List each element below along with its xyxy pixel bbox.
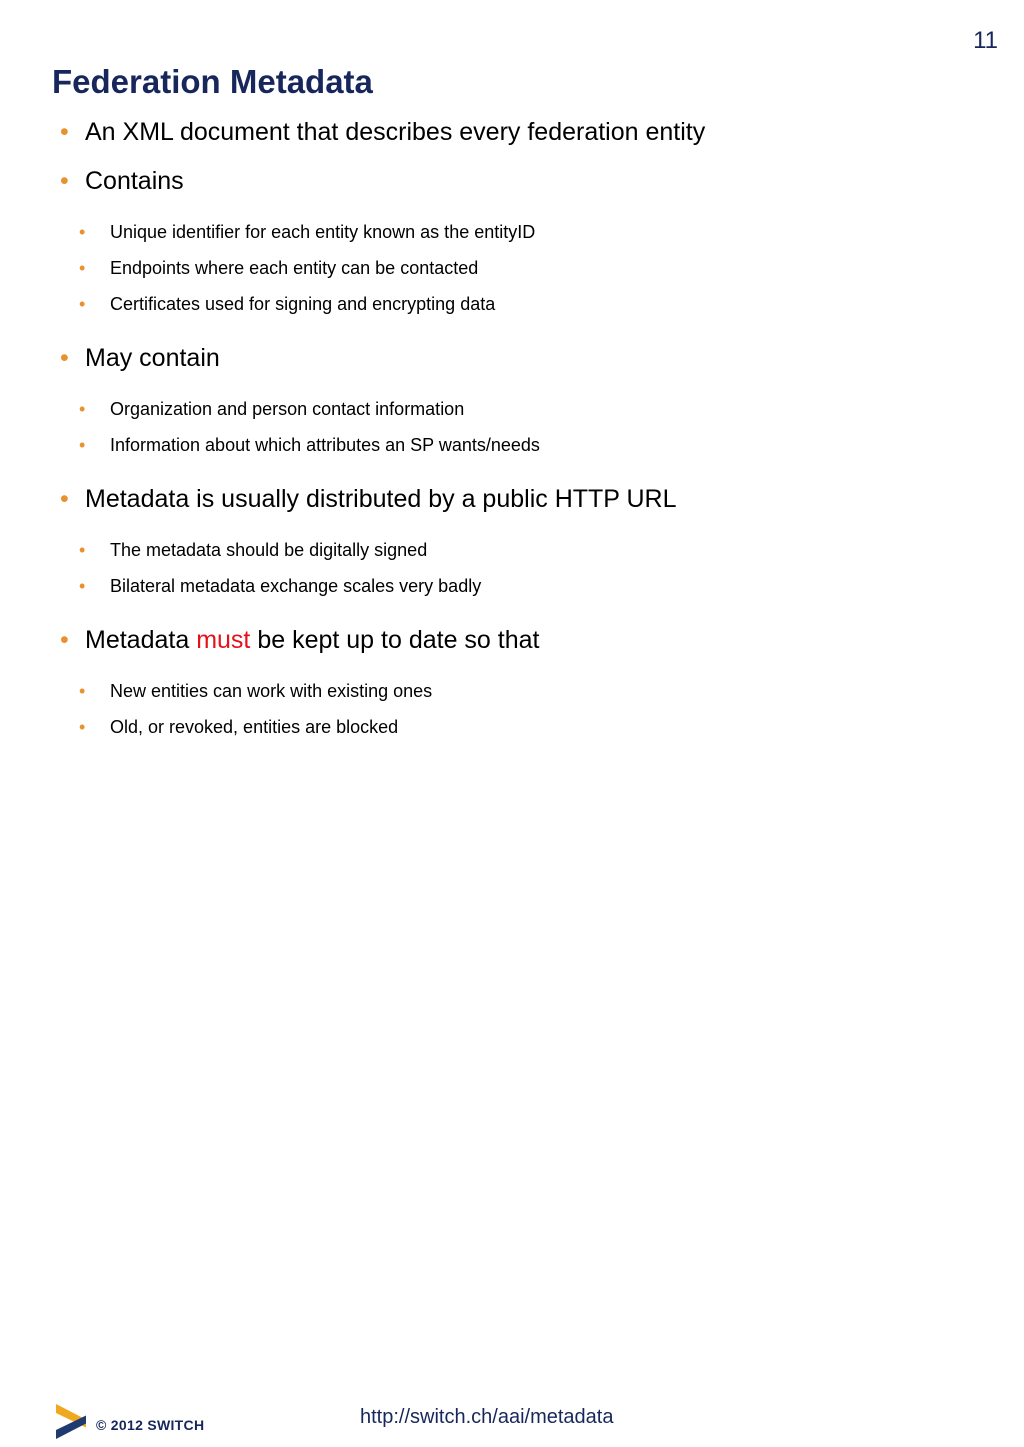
list-item-label: Metadata must be kept up to date so that: [85, 616, 1024, 665]
switch-logo-icon: [56, 1404, 86, 1439]
list-item-label: Endpoints where each entity can be conta…: [110, 258, 479, 278]
bullet-marker-icon: •: [60, 344, 69, 372]
list-item-label: Unique identifier for each entity known …: [110, 222, 536, 242]
bullet-marker-icon: •: [79, 540, 86, 560]
bullet-marker-icon: •: [79, 435, 86, 455]
bullet-marker-icon: •: [79, 399, 86, 419]
list-item: • Unique identifier for each entity know…: [0, 214, 1024, 250]
list-item: • An XML document that describes every f…: [0, 108, 1024, 157]
list-item: • The metadata should be digitally signe…: [0, 532, 1024, 568]
list-item: • Metadata is usually distributed by a p…: [0, 475, 1024, 524]
list-item-label: Certificates used for signing and encryp…: [110, 294, 496, 314]
list-item: • Endpoints where each entity can be con…: [0, 250, 1024, 286]
list-item-emphasis: • Metadata must be kept up to date so th…: [0, 616, 1024, 665]
list-item-label: Bilateral metadata exchange scales very …: [110, 576, 482, 596]
bullet-marker-icon: •: [60, 118, 69, 146]
list-item-label: An XML document that describes every fed…: [85, 118, 706, 146]
list-item-label: Contains: [85, 167, 184, 195]
bullet-marker-icon: •: [60, 626, 69, 654]
bullet-marker-icon: •: [79, 294, 86, 314]
switch-logo: [56, 1402, 94, 1442]
copyright-text: © 2012 SWITCH: [96, 1417, 205, 1433]
bullet-marker-icon: •: [79, 222, 86, 242]
list-item: • Information about which attributes an …: [0, 427, 1024, 463]
list-item: • May contain: [0, 334, 1024, 383]
list-item-text-before: Metadata: [85, 626, 197, 654]
footer-url[interactable]: http://switch.ch/aai/metadata: [360, 1404, 613, 1430]
list-item-label: May contain: [85, 344, 220, 372]
list-item: • Organization and person contact inform…: [0, 391, 1024, 427]
list-item-label: The metadata should be digitally signed: [110, 540, 428, 560]
list-item-text-after: be kept up to date so that: [250, 626, 540, 654]
list-item: • Certificates used for signing and encr…: [0, 286, 1024, 322]
page-title: Federation Metadata: [52, 63, 373, 101]
emphasis-word: must: [196, 626, 251, 654]
list-item: • Contains: [0, 157, 1024, 206]
bullet-marker-icon: •: [79, 576, 86, 596]
list-item: • Bilateral metadata exchange scales ver…: [0, 568, 1024, 604]
list-item-label: Organization and person contact informat…: [110, 399, 465, 419]
slide-footer: © 2012 SWITCH http://switch.ch/aai/metad…: [0, 696, 1024, 1439]
bullet-marker-icon: •: [60, 485, 69, 513]
list-item-label: Metadata is usually distributed by a pub…: [85, 485, 677, 513]
bullet-marker-icon: •: [79, 258, 86, 278]
bullet-marker-icon: •: [60, 167, 69, 195]
slide-body: • An XML document that describes every f…: [0, 108, 1024, 745]
list-item-label: Information about which attributes an SP…: [110, 435, 540, 455]
slide-canvas: Federation Metadata 11 • An XML document…: [0, 0, 1024, 1439]
slide-page-number: 11: [973, 27, 998, 54]
